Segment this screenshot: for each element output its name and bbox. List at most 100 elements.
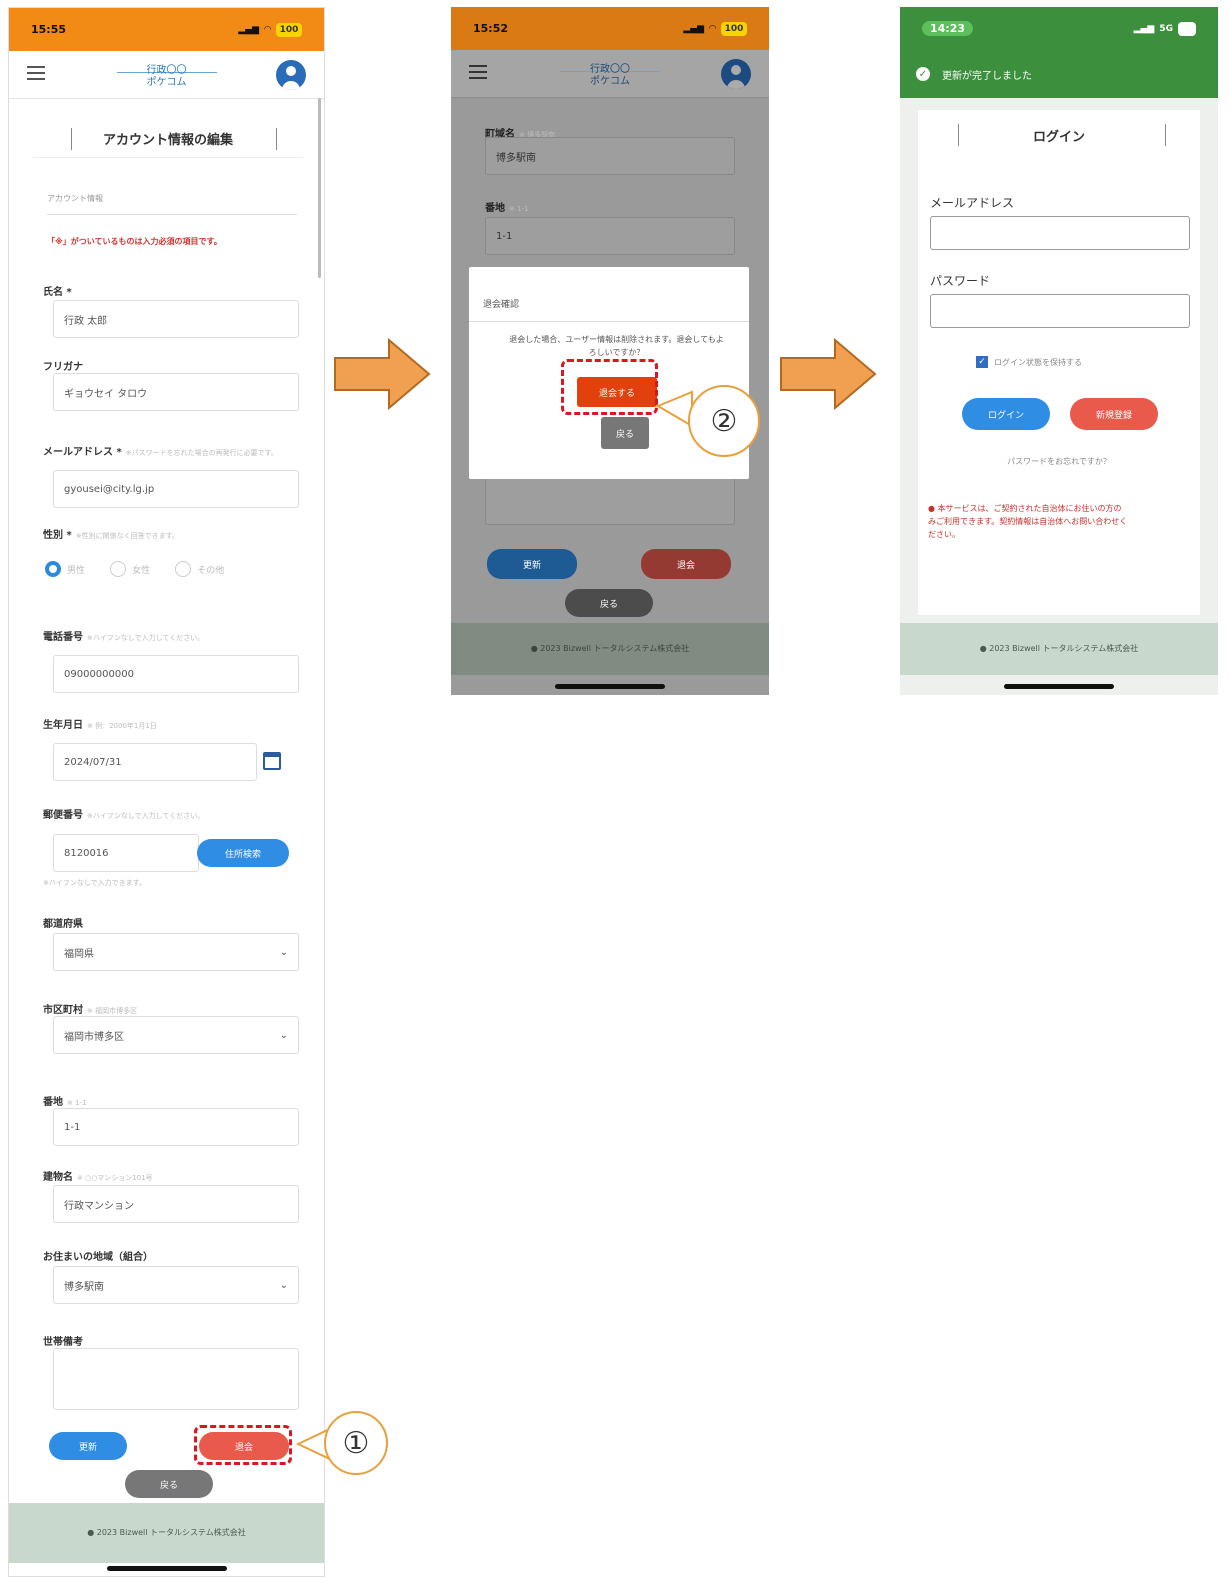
zip-note: ※ハイフンなしで入力できます。: [43, 879, 146, 887]
footer: ● 2023 Bizwell トータルシステム株式会社: [900, 623, 1218, 675]
screen-account-edit: 15:55 ▂▄▆ ◠ 100 行政〇〇 ポケコム アカウント情報の編集 アカウント情…: [8, 7, 325, 1577]
pref-select[interactable]: 福岡県 ⌄: [53, 933, 299, 971]
scrollbar[interactable]: [318, 98, 321, 278]
login-title: ログイン: [918, 120, 1200, 150]
status-time: 15:55: [31, 23, 67, 36]
radio-female[interactable]: 女性: [110, 561, 150, 577]
arrow-right-icon: [780, 337, 877, 411]
menu-icon[interactable]: [469, 65, 487, 83]
modal-title: 退会確認: [483, 300, 520, 310]
city-select[interactable]: 福岡市博多区 ⌄: [53, 1016, 299, 1054]
signal-icon: ▂▄▆: [238, 24, 260, 35]
login-button[interactable]: ログイン: [962, 398, 1050, 430]
page-title: アカウント情報の編集: [33, 120, 303, 158]
screen-withdraw-confirm: 15:52 ▂▄▆ ◠ 100 行政〇〇 ポケコム 町域名 ※ 博多駅南 博多駅南 番地…: [451, 7, 769, 695]
block-field[interactable]: 1-1: [485, 217, 735, 255]
bullet-icon: ●: [928, 504, 938, 513]
gender-radio-group: 男性 女性 その他: [45, 561, 244, 581]
status-bar: 14:23 ▂▄▆ 5G: [900, 7, 1218, 50]
highlight-withdraw: [194, 1425, 292, 1465]
modal-divider: [469, 321, 749, 322]
home-indicator: [555, 684, 665, 689]
password-input[interactable]: [930, 294, 1190, 328]
wifi-icon: ◠: [709, 23, 716, 34]
register-button[interactable]: 新規登録: [1070, 398, 1158, 430]
update-button[interactable]: 更新: [487, 549, 577, 579]
chevron-down-icon: ⌄: [279, 1029, 288, 1041]
withdraw-button[interactable]: 退会: [641, 549, 731, 579]
radio-male[interactable]: 男性: [45, 561, 85, 577]
avatar-icon[interactable]: [276, 60, 306, 90]
gender-label: 性別 * ※性別に関係なく回答できます。: [43, 530, 179, 541]
phone-label: 電話番号 ※ハイフンなしで入力してください。: [43, 632, 205, 643]
block-field[interactable]: 1-1: [53, 1108, 299, 1146]
nav-bar: 行政〇〇 ポケコム: [451, 50, 769, 98]
memo-label: 世帯備考: [43, 1337, 83, 1348]
area-select[interactable]: 博多駅南 ⌄: [53, 1266, 299, 1304]
home-indicator: [1004, 684, 1114, 689]
email-field[interactable]: gyousei@city.lg.jp: [53, 470, 299, 508]
radio-other[interactable]: その他: [175, 561, 224, 577]
nav-bar: 行政〇〇 ポケコム: [9, 51, 324, 99]
copyright-icon: ●: [87, 1528, 97, 1537]
footer: ● 2023 Bizwell トータルシステム株式会社: [451, 623, 769, 675]
app-logo[interactable]: 行政〇〇 ポケコム: [107, 61, 227, 88]
city-label: 市区町村 ※ 福岡市博多区: [43, 1005, 138, 1016]
calendar-icon[interactable]: [263, 752, 281, 770]
battery-icon: [1178, 21, 1196, 36]
signal-icon: ▂▄▆: [683, 23, 705, 34]
building-field[interactable]: 行政マンション: [53, 1185, 299, 1223]
back-button[interactable]: 戻る: [125, 1470, 213, 1498]
modal-message: 退会した場合、ユーザー情報は削除されます。退会してもよろしいですか？: [509, 335, 724, 357]
chevron-down-icon: ⌄: [279, 1279, 288, 1291]
block-label: 番地 ※ 1-1: [485, 203, 529, 214]
notice-text: ● 本サービスは、ご契約された自治体にお住いの方のみご利用できます。契約情報は自…: [928, 504, 1128, 539]
update-button[interactable]: 更新: [49, 1432, 127, 1460]
wifi-icon: ◠: [264, 24, 271, 35]
memo-textarea[interactable]: [53, 1348, 299, 1410]
status-bar: 15:55 ▂▄▆ ◠ 100: [9, 8, 324, 51]
birth-label: 生年月日 ※ 例：2000年1月1日: [43, 720, 157, 731]
pref-label: 都道府県: [43, 919, 83, 930]
name-field[interactable]: 行政 太郎: [53, 300, 299, 338]
menu-icon[interactable]: [27, 66, 45, 84]
email-label: メールアドレス * ※パスワードを忘れた場合の再発行に必要です。: [43, 447, 278, 458]
forgot-password-link[interactable]: パスワードをお忘れですか？: [918, 456, 1200, 467]
step-1-callout: ①: [324, 1411, 388, 1475]
app-logo[interactable]: 行政〇〇 ポケコム: [550, 60, 670, 87]
check-circle-icon: ✓: [916, 67, 930, 81]
kana-label: フリガナ: [43, 362, 83, 373]
address-search-button[interactable]: 住所検索: [197, 839, 289, 867]
battery-icon: 100: [276, 22, 302, 37]
phone-field[interactable]: 09000000000: [53, 655, 299, 693]
modal-back-button[interactable]: 戻る: [601, 417, 649, 449]
birth-field[interactable]: 2024/07/31: [53, 743, 257, 781]
town-field[interactable]: 博多駅南: [485, 137, 735, 175]
block-label: 番地 ※ 1-1: [43, 1097, 87, 1108]
zip-label: 郵便番号 ※ハイフンなしで入力してください。: [43, 810, 205, 821]
login-card: ログイン メールアドレス パスワード ✓ ログイン状態を保持する ログイン 新規…: [918, 110, 1200, 615]
back-button[interactable]: 戻る: [565, 589, 653, 617]
status-time: 15:52: [473, 22, 509, 35]
step-2-callout: ②: [688, 385, 760, 457]
name-label: 氏名 *: [43, 287, 72, 298]
network-label: 5G: [1159, 23, 1173, 34]
avatar-icon[interactable]: [721, 59, 751, 89]
highlight-confirm: [561, 359, 658, 415]
kana-field[interactable]: ギョウセイ タロウ: [53, 373, 299, 411]
email-label: メールアドレス: [930, 196, 1015, 210]
area-label: お住まいの地域（組合）: [43, 1252, 153, 1263]
checkbox-checked-icon: ✓: [976, 356, 988, 368]
signal-icon: ▂▄▆: [1133, 23, 1155, 34]
screen-login: 14:23 ▂▄▆ 5G ✓ 更新が完了しました ログイン メールアドレス パスワ…: [900, 7, 1218, 695]
remember-checkbox[interactable]: ✓ ログイン状態を保持する: [976, 356, 1082, 368]
section-title: アカウント情報: [47, 193, 297, 215]
copyright-icon: ●: [530, 644, 541, 653]
email-input[interactable]: [930, 216, 1190, 250]
copyright-icon: ●: [979, 644, 990, 653]
password-label: パスワード: [930, 274, 991, 288]
success-toast: ✓ 更新が完了しました: [900, 50, 1218, 98]
footer: ● 2023 Bizwell トータルシステム株式会社: [9, 1503, 324, 1563]
required-note: 「※」がついているものは入力必須の項目です。: [47, 237, 222, 246]
zip-field[interactable]: 8120016: [53, 834, 199, 872]
